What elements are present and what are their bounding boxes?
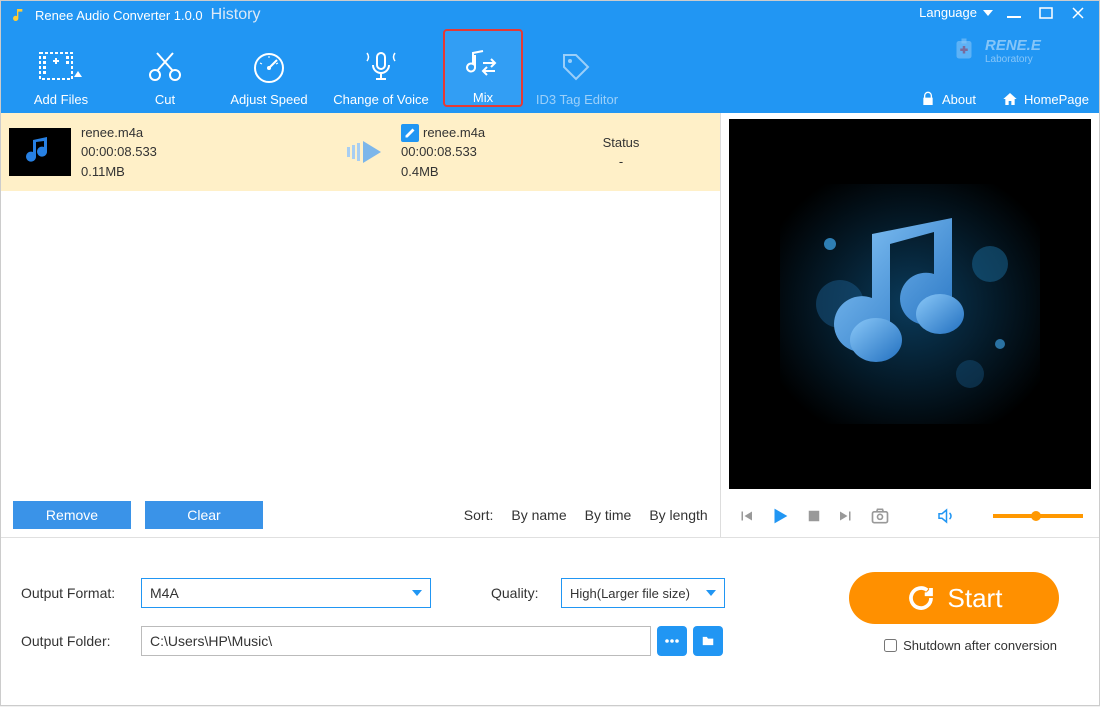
cut-button[interactable]: Cut xyxy=(115,29,215,107)
arrow-icon xyxy=(341,137,401,167)
input-file-size: 0.11MB xyxy=(81,162,341,182)
mix-button[interactable]: Mix xyxy=(443,29,523,107)
input-file-info: renee.m4a 00:00:08.533 0.11MB xyxy=(81,123,341,182)
add-files-label: Add Files xyxy=(34,92,88,107)
start-button[interactable]: Start xyxy=(849,572,1059,624)
scissors-icon xyxy=(145,46,185,86)
output-folder-value: C:\Users\HP\Music\ xyxy=(150,633,272,649)
chevron-down-icon xyxy=(412,590,422,596)
titlebar: Renee Audio Converter 1.0.0 History Lang… xyxy=(1,1,1099,29)
language-label: Language xyxy=(919,5,977,20)
quality-value: High(Larger file size) xyxy=(570,586,690,601)
preview-panel xyxy=(721,113,1099,537)
close-button[interactable] xyxy=(1071,6,1089,20)
tag-icon xyxy=(560,46,594,86)
quality-select[interactable]: High(Larger file size) xyxy=(561,578,725,608)
input-file-name: renee.m4a xyxy=(81,123,341,143)
clear-button[interactable]: Clear xyxy=(145,501,263,529)
volume-slider[interactable] xyxy=(993,514,1083,518)
shutdown-checkbox-input[interactable] xyxy=(884,639,897,652)
homepage-link[interactable]: HomePage xyxy=(1002,91,1089,107)
header: Renee Audio Converter 1.0.0 History Lang… xyxy=(1,1,1099,113)
id3-editor-label: ID3 Tag Editor xyxy=(536,92,618,107)
home-icon xyxy=(1002,91,1018,107)
cut-label: Cut xyxy=(155,92,175,107)
file-row[interactable]: renee.m4a 00:00:08.533 0.11MB renee.m4a … xyxy=(1,113,720,191)
file-thumbnail xyxy=(9,128,71,176)
quality-label: Quality: xyxy=(491,585,561,601)
history-link[interactable]: History xyxy=(211,6,261,24)
output-file-info: renee.m4a 00:00:08.533 0.4MB xyxy=(401,123,571,182)
input-file-duration: 00:00:08.533 xyxy=(81,142,341,162)
chevron-down-icon xyxy=(706,590,716,596)
snapshot-button[interactable] xyxy=(869,506,891,526)
output-file-name: renee.m4a xyxy=(423,123,485,143)
sort-by-time[interactable]: By time xyxy=(585,507,632,523)
stop-button[interactable] xyxy=(805,507,823,525)
sort-label: Sort: xyxy=(464,507,494,523)
app-title: Renee Audio Converter 1.0.0 xyxy=(35,8,203,23)
speedometer-icon xyxy=(250,46,288,86)
start-label: Start xyxy=(948,583,1003,614)
play-button[interactable] xyxy=(769,505,791,527)
id3-editor-button[interactable]: ID3 Tag Editor xyxy=(527,29,627,107)
adjust-speed-button[interactable]: Adjust Speed xyxy=(219,29,319,107)
sort-by-length[interactable]: By length xyxy=(649,507,707,523)
preview-display xyxy=(729,119,1091,489)
filmstrip-add-icon xyxy=(38,46,84,86)
app-window: Renee Audio Converter 1.0.0 History Lang… xyxy=(0,0,1100,706)
minimize-button[interactable] xyxy=(1007,6,1025,20)
next-button[interactable] xyxy=(837,507,855,525)
brand-logo: RENE.E Laboratory xyxy=(949,29,1089,73)
about-link[interactable]: About xyxy=(920,91,976,107)
status-value: - xyxy=(571,152,671,172)
adjust-speed-label: Adjust Speed xyxy=(230,92,307,107)
output-format-label: Output Format: xyxy=(21,585,141,601)
prev-button[interactable] xyxy=(737,507,755,525)
status-label: Status xyxy=(571,133,671,153)
brand-name: RENE.E xyxy=(985,37,1041,54)
output-format-select[interactable]: M4A xyxy=(141,578,431,608)
language-selector[interactable]: Language xyxy=(919,5,993,20)
output-folder-label: Output Folder: xyxy=(21,633,141,649)
shutdown-label: Shutdown after conversion xyxy=(903,638,1057,653)
more-button[interactable] xyxy=(657,626,687,656)
change-voice-label: Change of Voice xyxy=(333,92,428,107)
edit-icon[interactable] xyxy=(401,124,419,142)
chevron-down-icon xyxy=(983,10,993,16)
microphone-icon xyxy=(361,46,401,86)
mix-icon xyxy=(465,44,501,84)
browse-folder-button[interactable] xyxy=(693,626,723,656)
mix-label: Mix xyxy=(473,90,493,105)
app-logo-icon xyxy=(11,7,27,23)
output-folder-input[interactable]: C:\Users\HP\Music\ xyxy=(141,626,651,656)
sort-by-name[interactable]: By name xyxy=(511,507,566,523)
file-status: Status - xyxy=(571,133,671,172)
file-list: renee.m4a 00:00:08.533 0.11MB renee.m4a … xyxy=(1,113,721,537)
output-file-duration: 00:00:08.533 xyxy=(401,142,571,162)
header-links: About HomePage xyxy=(920,91,1089,107)
titlebar-right: Language xyxy=(919,5,1089,20)
change-voice-button[interactable]: Change of Voice xyxy=(323,29,439,107)
output-file-size: 0.4MB xyxy=(401,162,571,182)
remove-button[interactable]: Remove xyxy=(13,501,131,529)
brand-sub: Laboratory xyxy=(985,54,1041,65)
list-actions-bar: Remove Clear Sort: By name By time By le… xyxy=(1,493,720,537)
refresh-icon xyxy=(906,583,936,613)
homepage-label: HomePage xyxy=(1024,92,1089,107)
lock-icon xyxy=(920,91,936,107)
about-label: About xyxy=(942,92,976,107)
shutdown-checkbox[interactable]: Shutdown after conversion xyxy=(884,638,1057,653)
add-files-button[interactable]: Add Files xyxy=(11,29,111,107)
playback-controls xyxy=(721,495,1099,537)
volume-icon[interactable] xyxy=(935,507,955,525)
output-settings: Output Format: M4A Quality: High(Larger … xyxy=(1,537,1099,707)
content-area: renee.m4a 00:00:08.533 0.11MB renee.m4a … xyxy=(1,113,1099,537)
output-format-value: M4A xyxy=(150,585,179,601)
maximize-button[interactable] xyxy=(1039,6,1057,20)
